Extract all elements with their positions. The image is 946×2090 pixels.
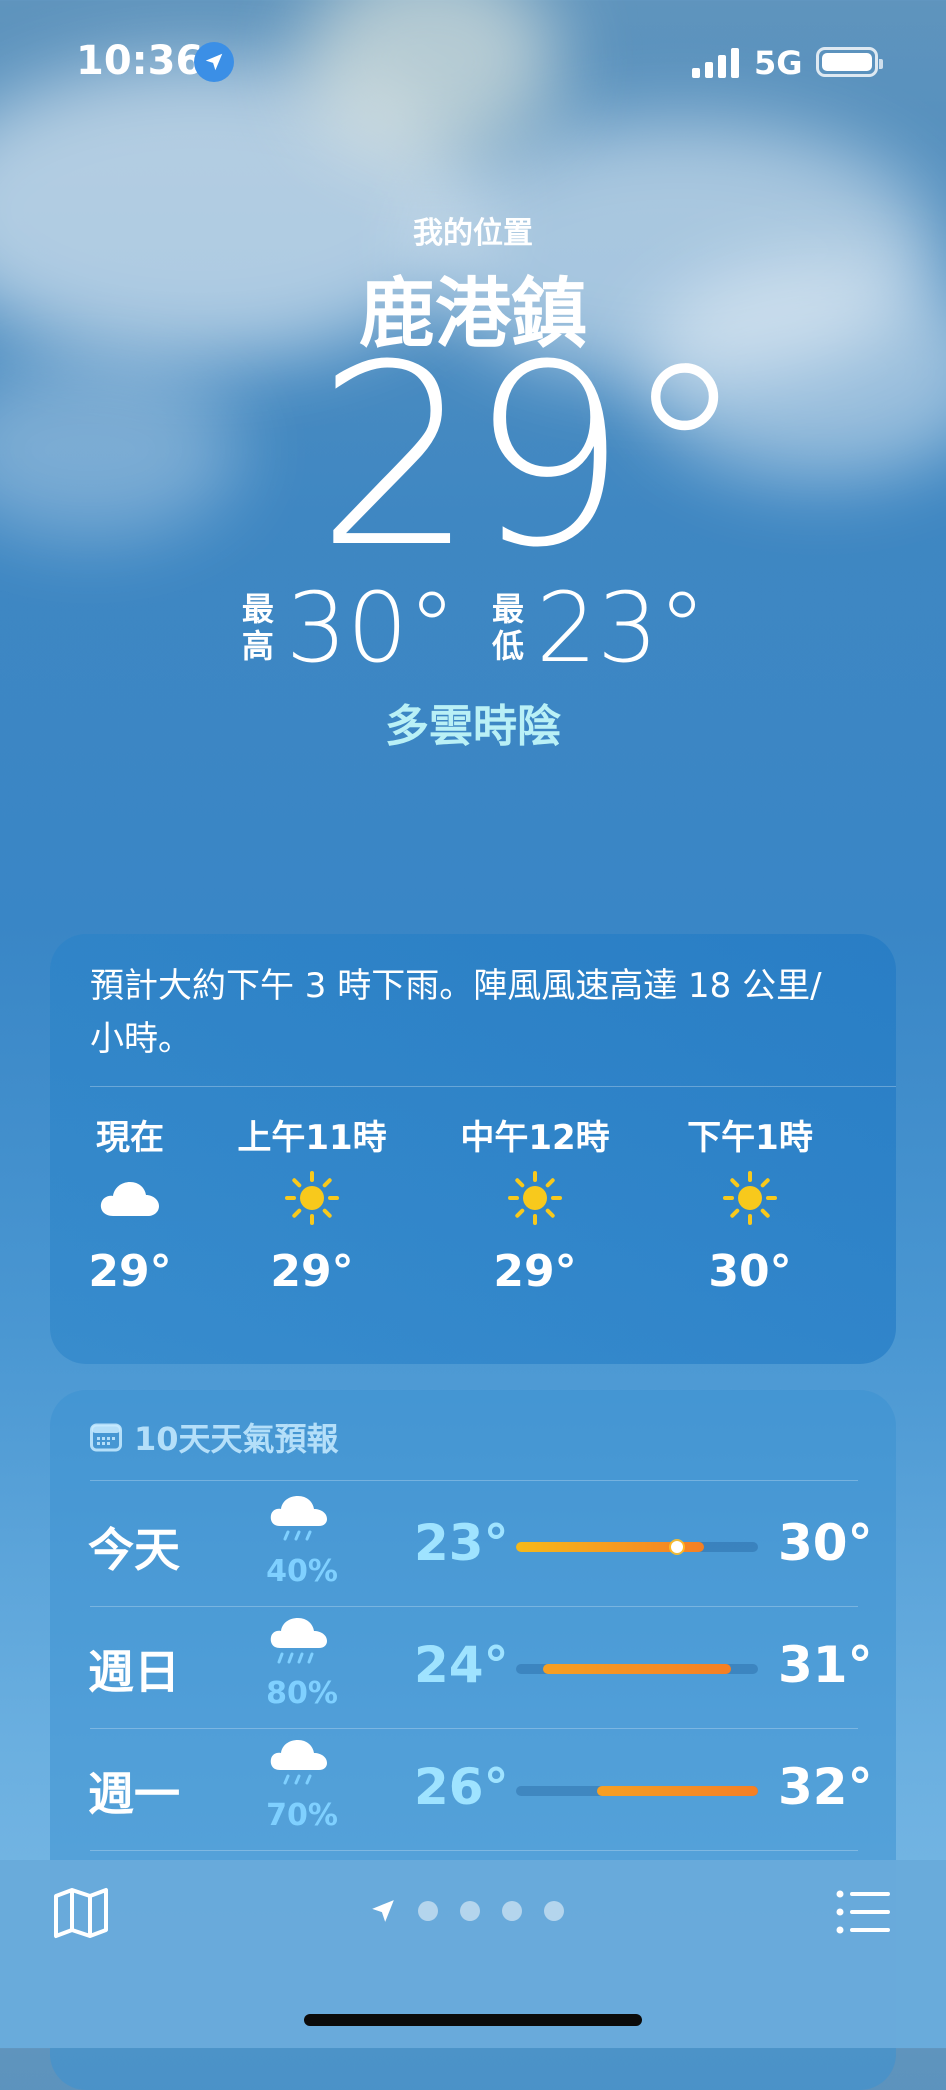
day-low-temp: 23° (414, 1514, 509, 1572)
low-label: 最低 (491, 590, 524, 665)
status-bar: 10:36 5G (0, 0, 946, 120)
page-dot[interactable] (418, 1901, 438, 1921)
sun-icon (670, 1158, 830, 1238)
low-value: 23° (536, 572, 707, 684)
weather-condition: 多雲時陰 (385, 701, 561, 752)
temperature-range-bar (516, 1664, 758, 1674)
hour-item: 上午11時 29° (232, 1110, 392, 1297)
high-low-temperatures: 最高 30° 最低 23° (0, 580, 946, 676)
hour-label: 上午11時 (237, 1118, 387, 1158)
hour-temp: 29° (88, 1246, 172, 1297)
battery-icon (816, 47, 883, 77)
page-dot[interactable] (544, 1901, 564, 1921)
divider (90, 1850, 858, 1851)
day-name: 週日 (88, 1645, 180, 1699)
high-value: 30° (285, 572, 456, 684)
hour-temp: 30° (708, 1246, 792, 1297)
day-row-today[interactable]: 今天 40% 23° 30° (50, 1484, 896, 1606)
hour-item: 下午1時 30° (670, 1110, 830, 1297)
temperature-range-bar (516, 1541, 758, 1553)
forecast-summary: 預計大約下午 3 時下雨。陣風風速高達 18 公里/小時。 (90, 966, 822, 1059)
temperature-range-fill (596, 1786, 758, 1796)
cloud-icon (50, 1158, 210, 1238)
precipitation-chance: 70% (266, 1798, 338, 1833)
location-label: 我的位置 (413, 216, 533, 251)
low-temperature: 最低 23° (490, 580, 706, 676)
day-high-temp: 32° (778, 1758, 873, 1816)
current-location-page-icon[interactable] (370, 1898, 396, 1924)
day-name: 今天 (88, 1523, 180, 1577)
network-type: 5G (754, 44, 803, 82)
hour-label: 下午1時 (687, 1118, 813, 1158)
map-icon[interactable] (52, 1886, 110, 1940)
precipitation-chance: 40% (266, 1554, 338, 1589)
day-row-sunday[interactable]: 週日 80% 24° 31° (50, 1606, 896, 1728)
day-row-monday[interactable]: 週一 70% 26° 32° (50, 1728, 896, 1850)
temperature-range-fill (542, 1664, 732, 1674)
day-low-temp: 26° (414, 1758, 509, 1816)
list-icon[interactable] (836, 1890, 892, 1934)
home-indicator[interactable] (304, 2014, 642, 2026)
cloud-heavy-rain-icon (270, 1618, 327, 1664)
location-services-icon (194, 42, 234, 82)
cloud-rain-icon (270, 1496, 327, 1541)
hour-label: 中午12時 (460, 1118, 610, 1158)
sun-icon (455, 1158, 615, 1238)
divider (90, 1086, 896, 1087)
status-time: 10:36 (76, 38, 204, 84)
daily-forecast-header: 10天天氣預報 (90, 1414, 339, 1460)
temperature-range-bar (516, 1786, 758, 1796)
calendar-icon (90, 1423, 122, 1452)
page-dot[interactable] (502, 1901, 522, 1921)
daily-forecast-title: 10天天氣預報 (134, 1420, 339, 1458)
hour-item: 現在 29° (50, 1110, 210, 1297)
divider (90, 1480, 858, 1481)
hourly-forecast-card[interactable]: 預計大約下午 3 時下雨。陣風風速高達 18 公里/小時。 現在 29° 上午1… (50, 934, 896, 1364)
hour-label: 現在 (96, 1118, 164, 1158)
hour-item: 中午12時 29° (455, 1110, 615, 1297)
sun-icon (232, 1158, 392, 1238)
day-high-temp: 30° (778, 1514, 873, 1572)
current-temperature: 29° (316, 311, 747, 602)
cellular-signal-icon (692, 48, 739, 78)
day-low-temp: 24° (414, 1636, 509, 1694)
hour-temp: 29° (493, 1246, 577, 1297)
page-dot[interactable] (460, 1901, 480, 1921)
hour-temp: 29° (270, 1246, 354, 1297)
cloud-rain-icon (270, 1740, 327, 1785)
page-indicator[interactable] (370, 1898, 564, 1924)
day-name: 週一 (88, 1767, 180, 1821)
high-temperature: 最高 30° (240, 580, 456, 676)
high-label: 最高 (241, 590, 274, 665)
precipitation-chance: 80% (266, 1676, 338, 1711)
day-high-temp: 31° (778, 1636, 873, 1694)
